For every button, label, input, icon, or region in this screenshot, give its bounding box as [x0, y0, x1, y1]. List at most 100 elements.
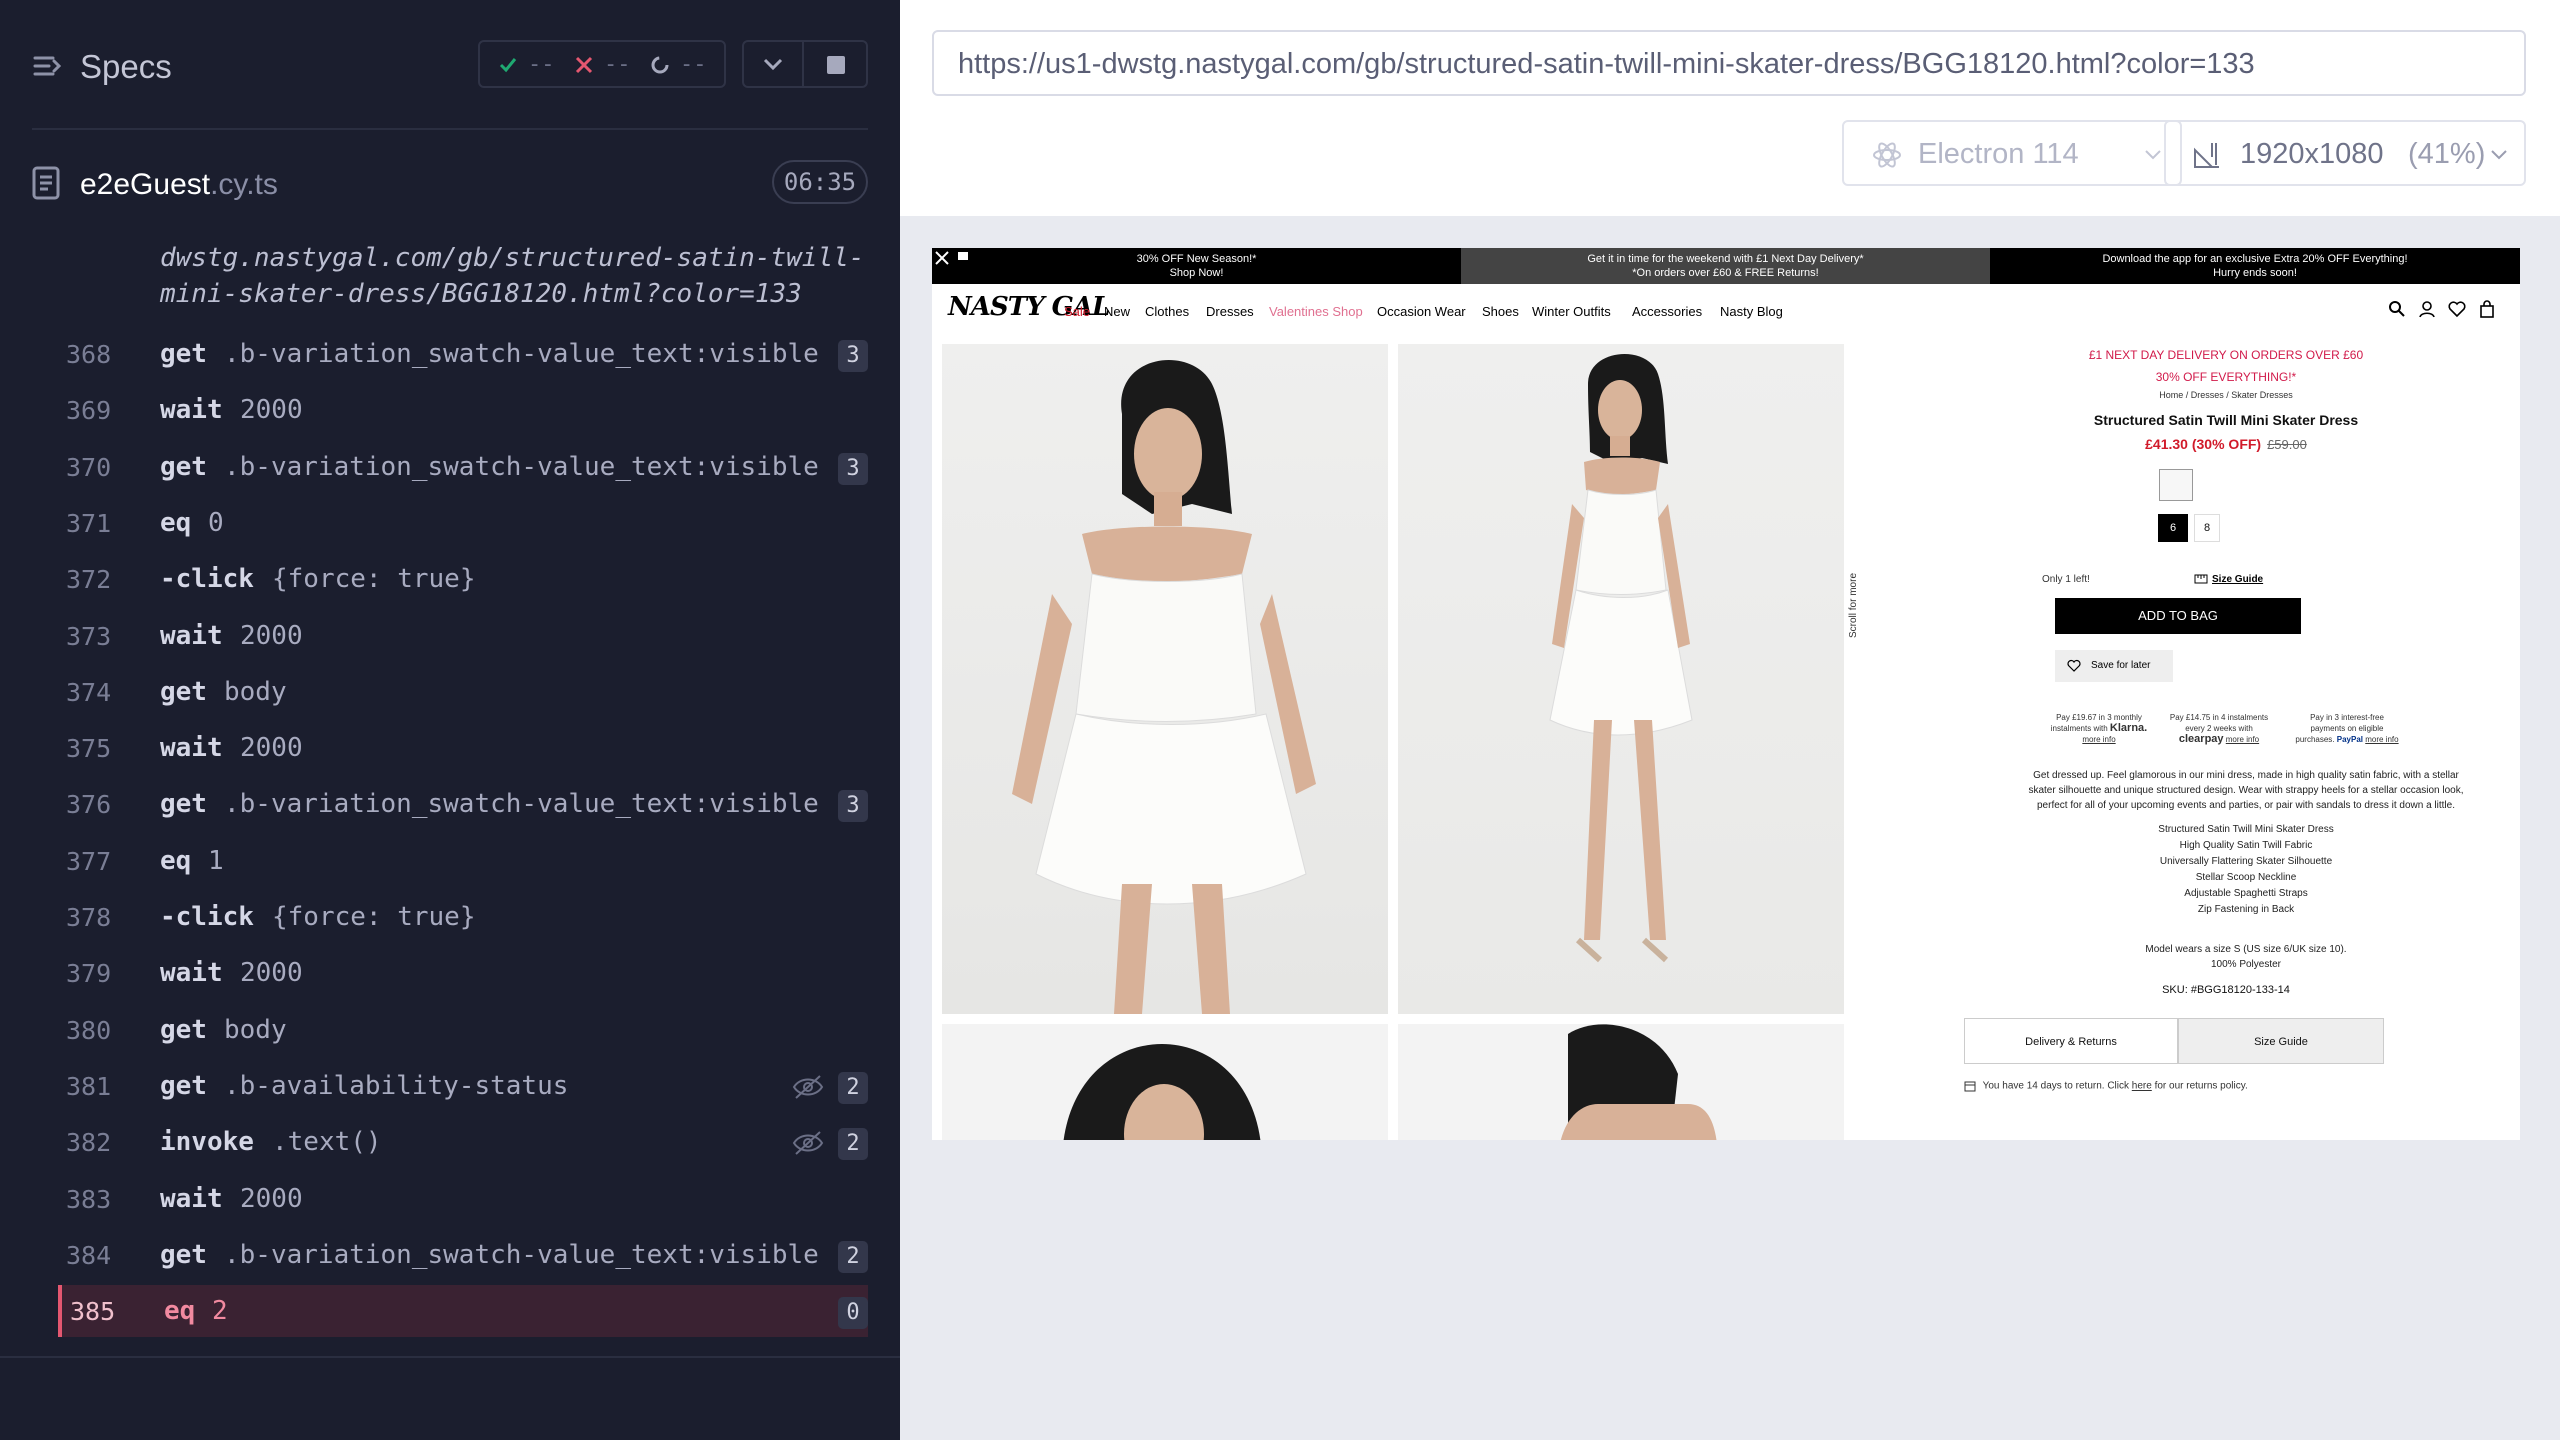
breadcrumb[interactable]: Home / Dresses / Skater Dresses	[1932, 390, 2520, 400]
command-message: .b-variation_swatch-value_text:visible	[224, 452, 819, 482]
search-icon[interactable]	[2388, 300, 2406, 318]
command-name: wait	[160, 395, 223, 425]
command-message: .b-variation_swatch-value_text:visible	[224, 789, 819, 819]
command-row[interactable]: 380 get body	[58, 1004, 868, 1056]
failed-count: --	[604, 52, 631, 77]
product-image[interactable]	[1398, 344, 1844, 1014]
scroll-for-more: Scroll for more	[1848, 572, 1859, 638]
command-row[interactable]: 373 wait 2000	[58, 610, 868, 662]
element-count-badge: 0	[838, 1297, 868, 1329]
nav-sale[interactable]: Sale	[1064, 304, 1090, 319]
product-description: Get dressed up. Feel glamorous in our mi…	[2028, 770, 2464, 811]
tab-delivery-returns[interactable]: Delivery & Returns	[1964, 1018, 2178, 1064]
nav-valentines[interactable]: Valentines Shop	[1269, 304, 1363, 319]
command-row[interactable]: 372 -click {force: true}	[58, 553, 868, 605]
wishlist-heart-icon[interactable]	[2448, 300, 2466, 318]
command-name: get	[160, 789, 207, 819]
command-row[interactable]: 378 -click {force: true}	[58, 891, 868, 943]
command-row[interactable]: 382 invoke .text() 2	[58, 1116, 868, 1168]
command-line-number: 378	[66, 903, 112, 932]
pay-line: purchases.	[2295, 735, 2335, 744]
command-line-number: 384	[66, 1241, 112, 1270]
nav-occasion-wear[interactable]: Occasion Wear	[1377, 304, 1466, 319]
material: 100% Polyester	[2210, 959, 2282, 970]
more-info-link[interactable]: more info	[2365, 735, 2398, 744]
element-count-badge: 2	[838, 1072, 868, 1104]
model-photo-front	[1012, 360, 1316, 1014]
viewport-scale: (41%)	[2408, 138, 2486, 170]
command-row[interactable]: 369 wait 2000	[58, 384, 868, 436]
site-nav: NASTY GAL Sale New Clothes Dresses Valen…	[932, 284, 2520, 334]
specs-header: Specs -- -- --	[0, 0, 900, 130]
command-line-number: 376	[66, 790, 112, 819]
feature-item: Stellar Scoop Neckline	[2195, 872, 2297, 883]
nav-blog[interactable]: Nasty Blog	[1720, 304, 1783, 319]
command-row[interactable]: 374 get body	[58, 666, 868, 718]
bag-icon[interactable]	[2478, 300, 2496, 318]
nav-shoes[interactable]: Shoes	[1482, 304, 1519, 319]
command-message: 0	[208, 508, 224, 538]
nav-accessories[interactable]: Accessories	[1632, 304, 1702, 319]
product-image[interactable]	[1398, 1024, 1844, 1140]
command-row[interactable]: 379 wait 2000	[58, 947, 868, 999]
command-message: 2	[212, 1296, 228, 1326]
spec-file-row[interactable]: e2eGuest.cy.ts 06:35	[0, 150, 900, 216]
returns-link[interactable]: here	[2132, 1081, 2152, 1092]
nav-new[interactable]: New	[1104, 304, 1130, 319]
command-row[interactable]: 383 wait 2000	[58, 1173, 868, 1225]
nav-winter-outfits[interactable]: Winter Outfits	[1532, 304, 1611, 319]
product-image[interactable]	[942, 1024, 1388, 1140]
chevron-down-icon	[763, 58, 783, 71]
color-swatch[interactable]	[2159, 469, 2193, 501]
tab-size-guide[interactable]: Size Guide	[2178, 1018, 2384, 1064]
size-guide-link[interactable]: Size Guide	[2212, 574, 2263, 585]
promo-cell[interactable]: Download the app for an exclusive Extra …	[1990, 248, 2520, 284]
chevron-down-icon	[2145, 150, 2161, 160]
promo-cell[interactable]: Get it in time for the weekend with £1 N…	[1461, 248, 1990, 284]
account-icon[interactable]	[2418, 300, 2436, 318]
nav-clothes[interactable]: Clothes	[1145, 304, 1189, 319]
browser-selector[interactable]: Electron 114	[1842, 120, 2182, 186]
calendar-icon	[1964, 1081, 1976, 1092]
specs-title[interactable]: Specs	[80, 48, 172, 86]
command-line-number: 371	[66, 509, 112, 538]
size-option[interactable]: 8	[2194, 514, 2220, 542]
command-row[interactable]: 376 get .b-variation_swatch-value_text:vis…	[58, 778, 868, 830]
command-row[interactable]: 370 get .b-variation_swatch-value_text:vis…	[58, 441, 868, 493]
command-line-number: 380	[66, 1016, 112, 1045]
size-option[interactable]: 6	[2158, 514, 2188, 542]
promo-line: Get it in time for the weekend with £1 N…	[1587, 253, 1864, 265]
klarna-logo: Klarna.	[2109, 722, 2148, 734]
command-name: get	[160, 1015, 207, 1045]
viewport-selector[interactable]: 1920x1080 (41%)	[2164, 120, 2526, 186]
command-row[interactable]: 375 wait 2000	[58, 722, 868, 774]
nav-dresses[interactable]: Dresses	[1206, 304, 1254, 319]
save-for-later-button[interactable]: Save for later	[2055, 650, 2173, 682]
command-row[interactable]: 381 get .b-availability-status 2	[58, 1060, 868, 1112]
app-under-test-frame: 30% OFF New Season!* Shop Now! Get it in…	[932, 248, 2520, 1140]
stop-button[interactable]	[802, 40, 868, 88]
promo-cell[interactable]: 30% OFF New Season!* Shop Now!	[932, 248, 1461, 284]
specs-menu-icon[interactable]	[32, 50, 64, 82]
command-name: invoke	[160, 1127, 254, 1157]
product-image[interactable]	[942, 344, 1388, 1014]
command-row[interactable]: 385 eq 2 0	[58, 1285, 868, 1337]
command-row[interactable]: 371 eq 0	[58, 497, 868, 549]
command-line-number: 383	[66, 1185, 112, 1214]
add-to-bag-button[interactable]: ADD TO BAG	[2055, 598, 2301, 634]
passed-count: --	[528, 52, 555, 77]
command-row[interactable]: 384 get .b-variation_swatch-value_text:vis…	[58, 1229, 868, 1281]
command-line-number: 375	[66, 734, 112, 763]
command-message: 2000	[240, 958, 303, 988]
command-line-number: 368	[66, 340, 112, 369]
ruler-icon	[2194, 574, 2208, 584]
more-info-link[interactable]: more info	[2226, 735, 2259, 744]
url-bar[interactable]: https://us1-dwstg.nastygal.com/gb/struct…	[932, 30, 2526, 96]
command-row[interactable]: 377 eq 1	[58, 835, 868, 887]
collapse-button[interactable]	[742, 40, 804, 88]
command-row[interactable]: 368 get .b-variation_swatch-value_text:vis…	[58, 328, 868, 380]
availability-status: Only 1 left!	[2042, 574, 2090, 585]
model-photo-full	[1549, 353, 1693, 963]
product-features: Structured Satin Twill Mini Skater Dress…	[2026, 822, 2466, 918]
command-message: .b-variation_swatch-value_text:visible	[224, 339, 819, 369]
